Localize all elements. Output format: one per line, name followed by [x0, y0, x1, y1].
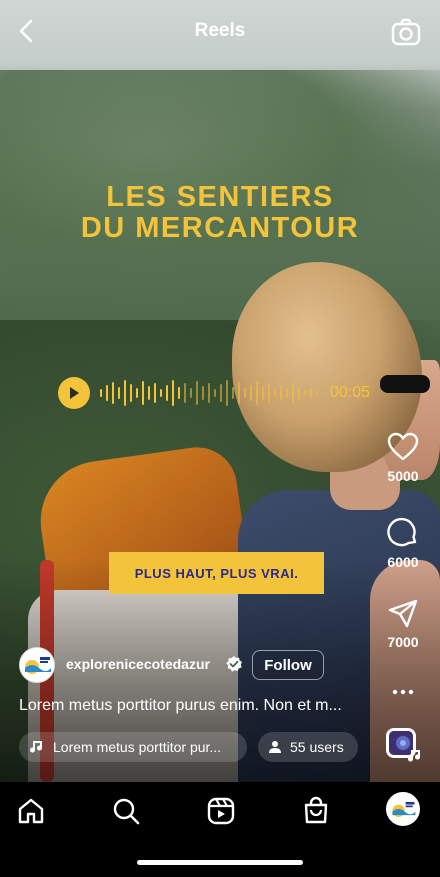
- users-count: 55 users: [290, 739, 344, 755]
- music-note-icon: [30, 741, 43, 753]
- music-track-label: Lorem metus porttitor pur...: [53, 739, 222, 755]
- page-title: Reels: [194, 20, 246, 41]
- post-caption[interactable]: Lorem metus porttitor purus enim. Non et…: [19, 697, 379, 715]
- like-count: 5000: [387, 468, 419, 484]
- share-count: 7000: [387, 634, 419, 650]
- home-indicator: [137, 860, 303, 865]
- headline-line-2: DU MERCANTOUR: [80, 212, 360, 244]
- shop-icon[interactable]: [301, 796, 331, 826]
- headline-line-1: LES SENTIERS: [106, 181, 334, 213]
- more-options-icon[interactable]: [391, 684, 415, 700]
- brand-logo-icon: [21, 649, 53, 681]
- reel-headline: LES SENTIERS DU MERCANTOUR: [0, 182, 440, 244]
- share-action[interactable]: 7000: [380, 598, 426, 650]
- person-icon: [269, 741, 281, 753]
- sunglasses: [380, 375, 430, 393]
- reels-icon[interactable]: [206, 796, 236, 826]
- account-username[interactable]: explorenicecotedazur: [66, 656, 210, 672]
- play-icon: [70, 387, 79, 399]
- slogan-banner: PLUS HAUT, PLUS VRAI.: [109, 552, 324, 594]
- camera-icon[interactable]: [390, 16, 422, 48]
- play-button[interactable]: [58, 377, 90, 409]
- home-icon[interactable]: [16, 796, 46, 826]
- users-pill[interactable]: 55 users: [258, 732, 358, 762]
- profile-avatar[interactable]: [386, 792, 420, 826]
- music-note-icon: [407, 748, 423, 764]
- search-icon[interactable]: [111, 796, 141, 826]
- heart-icon: [387, 432, 419, 461]
- verified-badge-icon: [225, 655, 243, 673]
- like-action[interactable]: 5000: [380, 432, 426, 484]
- audio-waveform[interactable]: [100, 377, 322, 409]
- send-icon: [388, 599, 418, 628]
- avatar[interactable]: [19, 647, 55, 683]
- comment-icon: [387, 517, 417, 547]
- follow-button[interactable]: Follow: [252, 650, 324, 680]
- brand-logo-icon: [388, 794, 418, 824]
- audio-time: 00:05: [330, 384, 371, 401]
- comment-count: 6000: [387, 554, 419, 570]
- comment-action[interactable]: 6000: [380, 516, 426, 570]
- music-track-pill[interactable]: Lorem metus porttitor pur...: [19, 732, 247, 762]
